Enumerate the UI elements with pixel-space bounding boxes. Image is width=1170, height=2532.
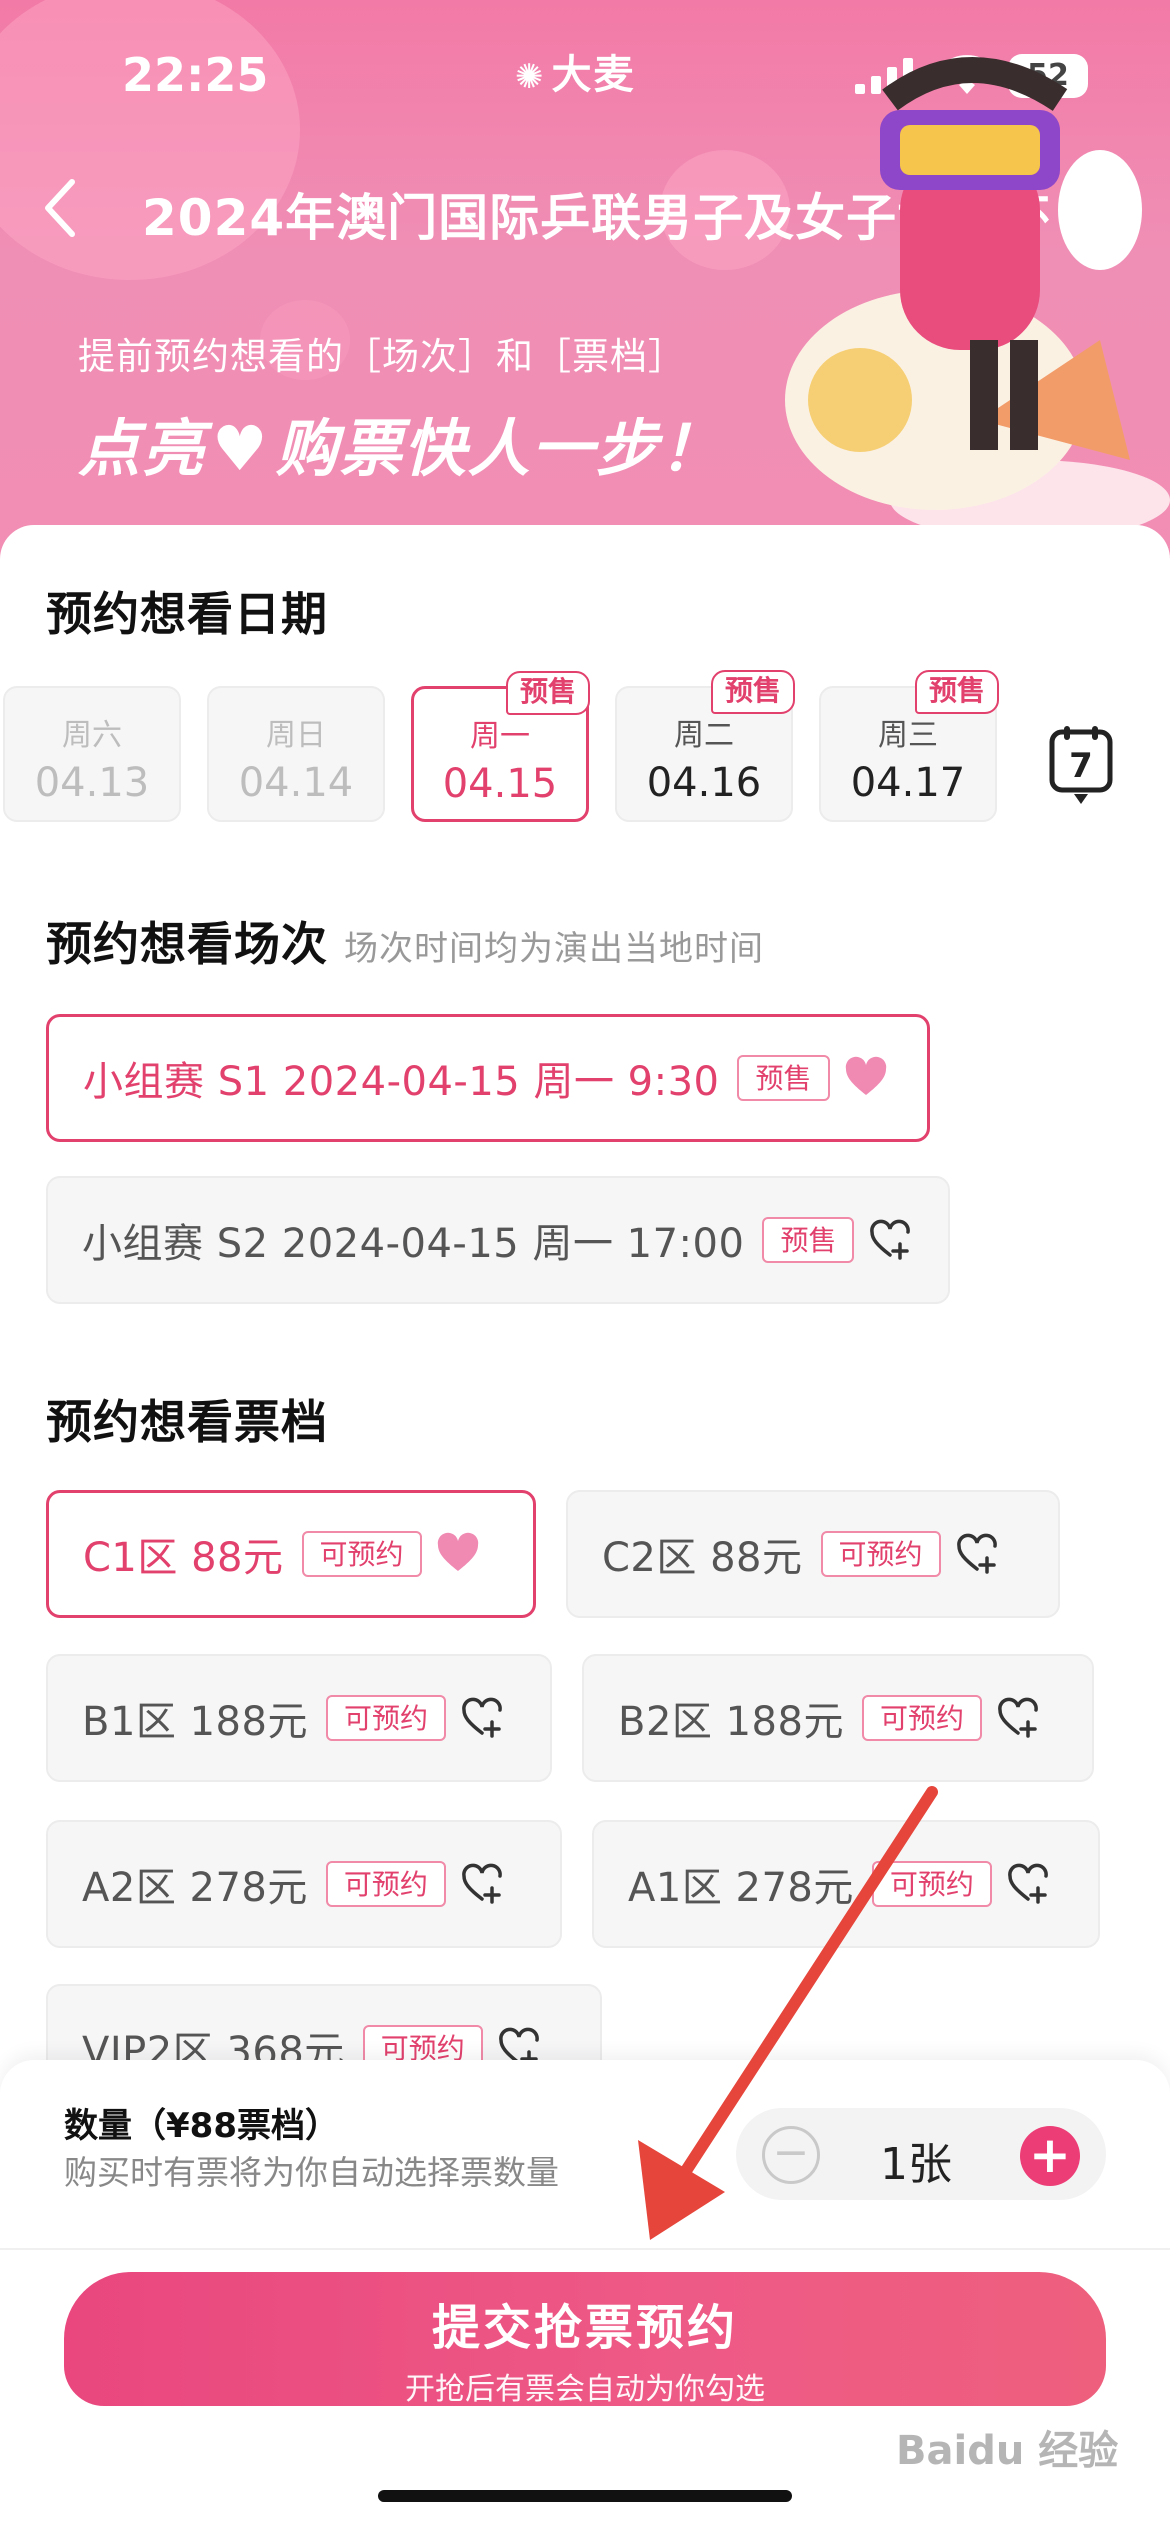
date-card-04-17[interactable]: 预售 周三 04.17 (819, 670, 999, 822)
watermark: Baidu 经验 (896, 2428, 1119, 2474)
mascot-illustration (785, 57, 1170, 530)
quantity-title: 数量（¥88票档） (64, 2106, 339, 2146)
available-tag: 可预约 (325, 1861, 446, 1907)
damai-logo: ✺ 大麦 (515, 52, 636, 98)
logo-flower-icon: ✺ (515, 57, 546, 97)
annotation-arrow (638, 1786, 938, 2240)
heart-add-icon (462, 1863, 502, 1904)
available-tag: 可预约 (861, 1695, 982, 1741)
promo-headline: 点亮♥购票快人一步！ (78, 412, 724, 485)
status-time: 22:25 (122, 48, 269, 102)
heart-filled-icon (437, 1532, 478, 1571)
ticket-option-b1[interactable]: B1区 188元 可预约 (46, 1654, 552, 1782)
calendar-icon[interactable]: 7 (1048, 726, 1114, 808)
presale-tag: 预售 (710, 670, 795, 714)
heart-add-icon (1008, 1863, 1048, 1904)
submit-button-sublabel: 开抢后有票会自动为你勾选 (405, 2372, 765, 2407)
home-indicator (378, 2490, 792, 2502)
plus-button[interactable]: + (1020, 2126, 1080, 2186)
ticket-section-title: 预约想看票档 (46, 1395, 328, 1449)
presale-tag: 预售 (914, 670, 999, 714)
heart-add-icon (998, 1697, 1038, 1738)
submit-reservation-button[interactable]: 提交抢票预约 开抢后有票会自动为你勾选 (64, 2272, 1106, 2407)
presale-tag: 预售 (762, 1217, 855, 1263)
ticket-option-b2[interactable]: B2区 188元 可预约 (582, 1654, 1094, 1782)
heart-add-icon (956, 1533, 997, 1574)
ticket-option-a2[interactable]: A2区 278元 可预约 (46, 1820, 562, 1948)
divider (0, 2248, 1170, 2250)
heart-icon: ♥ (212, 412, 270, 485)
session-section-title: 预约想看场次 场次时间均为演出当地时间 (46, 917, 764, 971)
available-tag: 可预约 (325, 1695, 446, 1741)
available-tag: 可预约 (301, 1531, 422, 1577)
session-option-s1[interactable]: 小组赛 S1 2024-04-15 周一 9:30 预售 (46, 1014, 930, 1142)
date-card-04-13: 周六 04.13 (3, 686, 181, 822)
promo-subtitle: 提前预约想看的［场次］和［票档］ (78, 335, 686, 378)
date-card-04-15[interactable]: 预售 周一 04.15 (411, 671, 590, 822)
submit-button-label: 提交抢票预约 (431, 2300, 738, 2356)
ticket-option-c2[interactable]: C2区 88元 可预约 (566, 1490, 1060, 1618)
presale-tag: 预售 (505, 671, 590, 715)
date-card-04-16[interactable]: 预售 周二 04.16 (615, 670, 795, 822)
date-section-title: 预约想看日期 (46, 587, 328, 641)
quantity-hint: 购买时有票将为你自动选择票数量 (64, 2153, 559, 2192)
presale-tag: 预售 (737, 1055, 830, 1101)
available-tag: 可预约 (820, 1531, 941, 1577)
svg-text:7: 7 (1069, 746, 1093, 786)
date-card-04-14: 周日 04.14 (207, 686, 385, 822)
session-section-subtitle: 场次时间均为演出当地时间 (344, 929, 764, 969)
heart-add-icon (870, 1219, 911, 1260)
ticket-option-c1[interactable]: C1区 88元 可预约 (46, 1490, 536, 1618)
heart-add-icon (462, 1697, 502, 1738)
back-icon[interactable] (40, 176, 80, 240)
session-option-s2[interactable]: 小组赛 S2 2024-04-15 周一 17:00 预售 (46, 1176, 950, 1304)
heart-filled-icon (845, 1056, 886, 1095)
